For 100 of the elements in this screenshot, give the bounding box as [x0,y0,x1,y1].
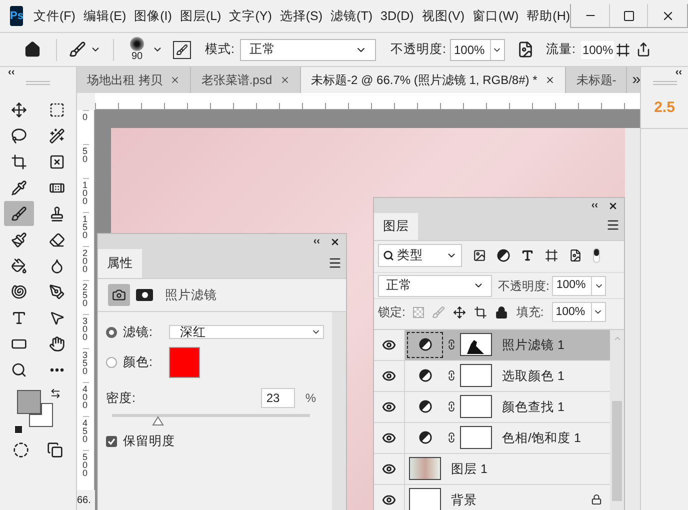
ruler-label: 250 [82,280,88,314]
menu-item[interactable]: 视图(V) [422,6,465,26]
brush-panel-button[interactable] [173,40,191,58]
panel-menu-icon [328,256,342,270]
half-circle-icon [497,249,510,262]
close-icon [280,75,290,85]
panel-tab[interactable]: 属性 [98,249,142,278]
brush-icon [11,206,27,222]
layer-filter-dropdown[interactable]: 类型 [378,244,462,268]
search-icon [383,250,394,262]
brush-size-value: 2.5 [654,98,675,118]
tool-button[interactable] [4,201,34,226]
brush-size-button[interactable]: 90 [126,37,148,62]
flow-field[interactable]: 100% [581,40,614,58]
opacity-field[interactable]: 100% [552,276,606,296]
stamp-icon [49,206,65,222]
density-slider[interactable] [112,412,310,428]
pen-icon [49,284,65,300]
paint-bucket-icon [11,258,27,274]
filter-dropdown[interactable]: 深红 [169,325,324,339]
mode-dropdown[interactable]: 正常 [240,38,376,60]
eye-icon [382,368,396,383]
fill-field[interactable]: 100% [552,302,606,322]
layer-row[interactable]: 图层 1 [374,454,610,485]
blend-mode-dropdown[interactable]: 正常 [378,274,492,297]
panel-tab[interactable]: 图层 [374,213,418,240]
menu-item[interactable]: 选择(S) [280,6,323,26]
move-icon [453,306,466,319]
default-colors-icon [14,425,23,434]
more-icon [50,368,64,372]
density-field[interactable]: 23 [261,388,296,408]
menu-item[interactable]: 文件(F) [33,6,76,26]
layer-row[interactable]: 背景 [374,484,610,510]
ruler-label: 150 [82,212,88,246]
lock-icon [495,306,508,319]
layer-row[interactable]: 色相/饱和度 1 [374,422,610,454]
checkbox[interactable] [106,436,117,447]
preserve-luminosity-label: 保留明度 [123,433,175,450]
eyedropper-icon [11,180,27,196]
collapse-button[interactable]: ‹‹ [675,67,682,79]
opacity-field[interactable]: 100% [450,38,505,60]
ruler-label: 450 [82,416,88,450]
layer-row[interactable]: 照片滤镜 1 [374,330,610,361]
menu-item[interactable]: 图层(L) [180,6,222,26]
brush-icon [432,306,446,319]
hand-icon [49,336,65,352]
adjustment-icon [418,338,432,352]
menu-item[interactable]: 滤镜(T) [330,6,373,26]
ruler-label: 400 [82,382,88,416]
color-swatch[interactable] [169,346,200,378]
panel-title: 照片滤镜 [165,286,217,304]
adjustment-icon [418,400,432,414]
camera-icon [108,284,130,306]
radio-button[interactable] [106,356,117,368]
menu-item[interactable]: 图像(I) [134,6,172,26]
layer-row[interactable]: 颜色查找 1 [374,392,610,423]
opacity-label: 不透明度: [498,278,550,295]
background-color-swatch[interactable] [29,403,53,427]
filter-toggle[interactable] [593,248,600,264]
scrollbar-thumb[interactable] [612,400,622,501]
zoom-icon [11,362,27,378]
percent-label: % [305,390,316,407]
link-icon [446,370,457,382]
menu-item[interactable]: 3D(D) [380,6,414,26]
quick-mask-button[interactable] [13,442,29,458]
menu-item[interactable]: 文字(Y) [229,6,272,26]
opacity-label: 不透明度: [390,41,446,58]
radio-button[interactable] [106,326,117,338]
visibility-toggle[interactable] [374,330,405,360]
menu-item[interactable]: 编辑(E) [83,6,126,26]
brush-icon [176,44,188,56]
ruler-label: 100 [82,178,88,212]
close-icon [330,236,340,246]
screen-mode-icon [47,442,63,458]
layer-name: 色相/饱和度 1 [502,430,581,447]
collapse-button[interactable]: ‹‹ [8,67,68,79]
screen-mode-button[interactable] [47,442,63,458]
swirl-icon [11,284,27,300]
lock-label: 锁定: [378,304,406,322]
mask-icon [136,289,153,301]
adjustment-icon [418,431,432,444]
quick-mask-icon [13,442,29,458]
share-button[interactable] [636,42,652,57]
ruler-label: 300 [82,314,88,348]
close-icon [170,75,180,85]
collapse-button[interactable]: ‹‹ [313,234,320,249]
menu-item[interactable]: 帮助(H) [526,6,570,26]
share-icon [636,42,652,57]
soft-brush-icon [130,37,144,51]
document-tab[interactable]: 未标题-2 @ 66.7% (照片滤镜 1, RGB/8#) * [301,67,566,93]
eye-icon [382,462,396,476]
foreground-color-swatch[interactable] [17,390,41,414]
ruler-label: 50 [82,144,88,178]
checker-icon [413,306,424,318]
menu-item[interactable]: 窗口(W) [472,6,519,26]
collapse-button[interactable]: ‹‹ [591,198,598,213]
brush-preset-button[interactable] [69,41,101,58]
move-icon [11,102,27,118]
magic-wand-icon [49,128,65,144]
layer-row[interactable]: 选取颜色 1 [374,360,610,392]
